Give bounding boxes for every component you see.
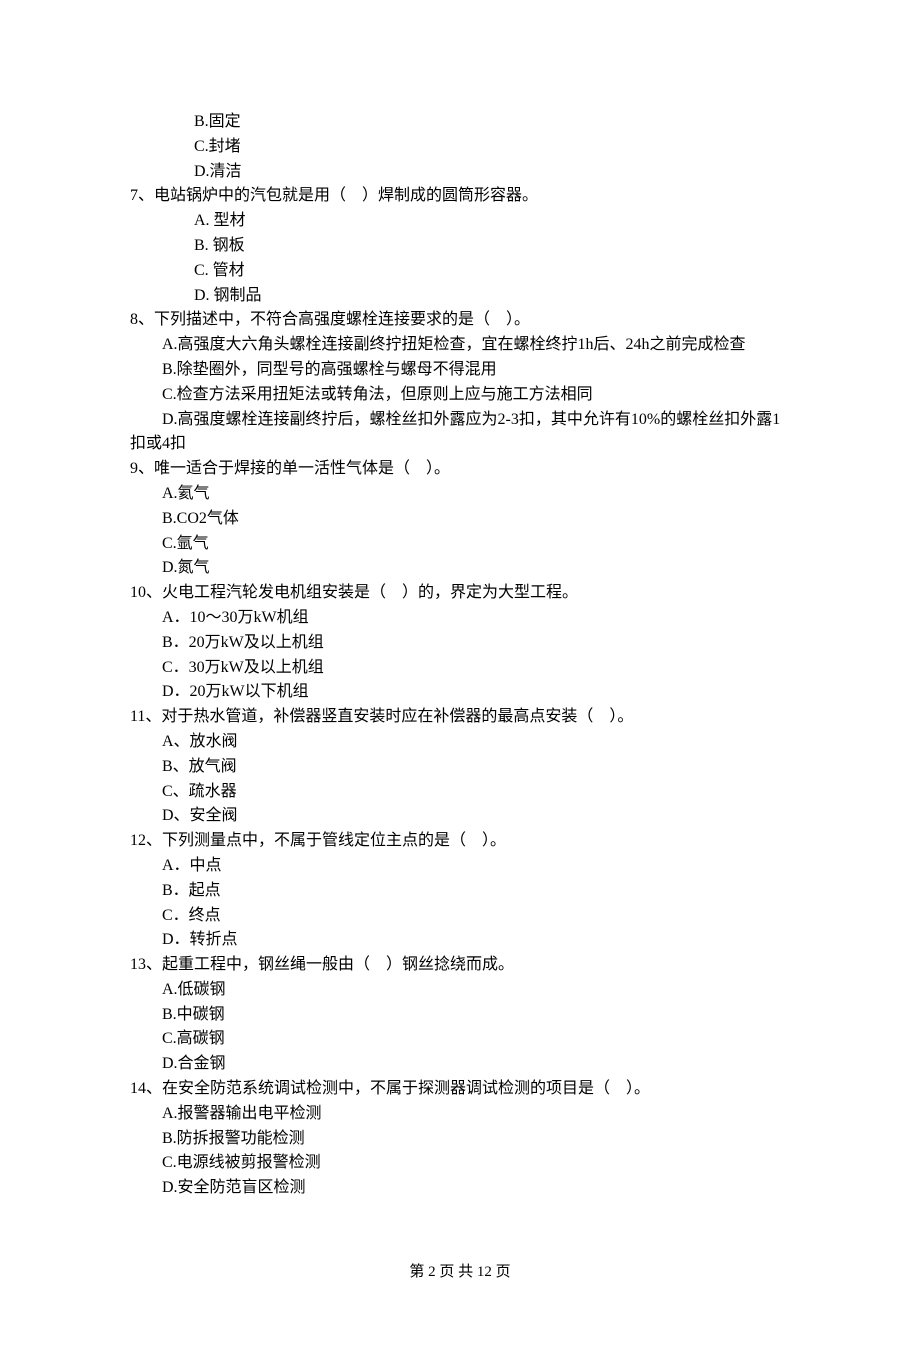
q8-option-b: B.除垫圈外，同型号的高强螺栓与螺母不得混用 bbox=[130, 358, 790, 383]
q9-option-a: A.氦气 bbox=[130, 482, 790, 507]
q13-option-c: C.高碳钢 bbox=[130, 1027, 790, 1052]
q12-stem: 12、下列测量点中，不属于管线定位主点的是（ ）。 bbox=[130, 829, 790, 854]
q12-option-b: B．起点 bbox=[130, 879, 790, 904]
q12-option-a: A．中点 bbox=[130, 854, 790, 879]
q11-option-c: C、疏水器 bbox=[130, 780, 790, 805]
q10-option-c: C．30万kW及以上机组 bbox=[130, 656, 790, 681]
q9-option-c: C.氩气 bbox=[130, 532, 790, 557]
q9-option-d: D.氮气 bbox=[130, 556, 790, 581]
q7-option-c: C. 管材 bbox=[130, 259, 790, 284]
q6-option-c: C.封堵 bbox=[130, 135, 790, 160]
q11-stem: 11、对于热水管道，补偿器竖直安装时应在补偿器的最高点安装（ ）。 bbox=[130, 705, 790, 730]
q7-option-a: A. 型材 bbox=[130, 209, 790, 234]
q7-option-d: D. 钢制品 bbox=[130, 284, 790, 309]
q8-option-d-line1: D.高强度螺栓连接副终拧后，螺栓丝扣外露应为2-3扣，其中允许有10%的螺栓丝扣… bbox=[130, 408, 790, 433]
q11-option-b: B、放气阀 bbox=[130, 755, 790, 780]
q14-stem: 14、在安全防范系统调试检测中，不属于探测器调试检测的项目是（ ）。 bbox=[130, 1077, 790, 1102]
q14-option-d: D.安全防范盲区检测 bbox=[130, 1176, 790, 1201]
q10-stem: 10、火电工程汽轮发电机组安装是（ ）的，界定为大型工程。 bbox=[130, 581, 790, 606]
q14-option-b: B.防拆报警功能检测 bbox=[130, 1127, 790, 1152]
q7-stem: 7、电站锅炉中的汽包就是用（ ）焊制成的圆筒形容器。 bbox=[130, 184, 790, 209]
q14-option-a: A.报警器输出电平检测 bbox=[130, 1102, 790, 1127]
q9-option-b: B.CO2气体 bbox=[130, 507, 790, 532]
q11-option-a: A、放水阀 bbox=[130, 730, 790, 755]
q14-option-c: C.电源线被剪报警检测 bbox=[130, 1151, 790, 1176]
q8-stem: 8、下列描述中，不符合高强度螺栓连接要求的是（ ）。 bbox=[130, 308, 790, 333]
q11-option-d: D、安全阀 bbox=[130, 804, 790, 829]
q13-option-a: A.低碳钢 bbox=[130, 978, 790, 1003]
q13-stem: 13、起重工程中，钢丝绳一般由（ ）钢丝捻绕而成。 bbox=[130, 953, 790, 978]
q10-option-a: A．10～30万kW机组 bbox=[130, 606, 790, 631]
q12-option-c: C．终点 bbox=[130, 904, 790, 929]
q13-option-d: D.合金钢 bbox=[130, 1052, 790, 1077]
q6-option-d: D.清洁 bbox=[130, 160, 790, 185]
q9-stem: 9、唯一适合于焊接的单一活性气体是（ ）。 bbox=[130, 457, 790, 482]
q13-option-b: B.中碳钢 bbox=[130, 1003, 790, 1028]
q10-option-d: D．20万kW以下机组 bbox=[130, 680, 790, 705]
q10-option-b: B．20万kW及以上机组 bbox=[130, 631, 790, 656]
page-footer: 第 2 页 共 12 页 bbox=[130, 1261, 790, 1284]
q8-option-c: C.检查方法采用扭矩法或转角法，但原则上应与施工方法相同 bbox=[130, 383, 790, 408]
q12-option-d: D．转折点 bbox=[130, 928, 790, 953]
q6-option-b: B.固定 bbox=[130, 110, 790, 135]
q8-option-d-line2: 扣或4扣 bbox=[130, 432, 790, 457]
q7-option-b: B. 钢板 bbox=[130, 234, 790, 259]
q8-option-a: A.高强度大六角头螺栓连接副终拧扭矩检查，宜在螺栓终拧1h后、24h之前完成检查 bbox=[130, 333, 790, 358]
document-page: B.固定 C.封堵 D.清洁 7、电站锅炉中的汽包就是用（ ）焊制成的圆筒形容器… bbox=[0, 0, 920, 1364]
